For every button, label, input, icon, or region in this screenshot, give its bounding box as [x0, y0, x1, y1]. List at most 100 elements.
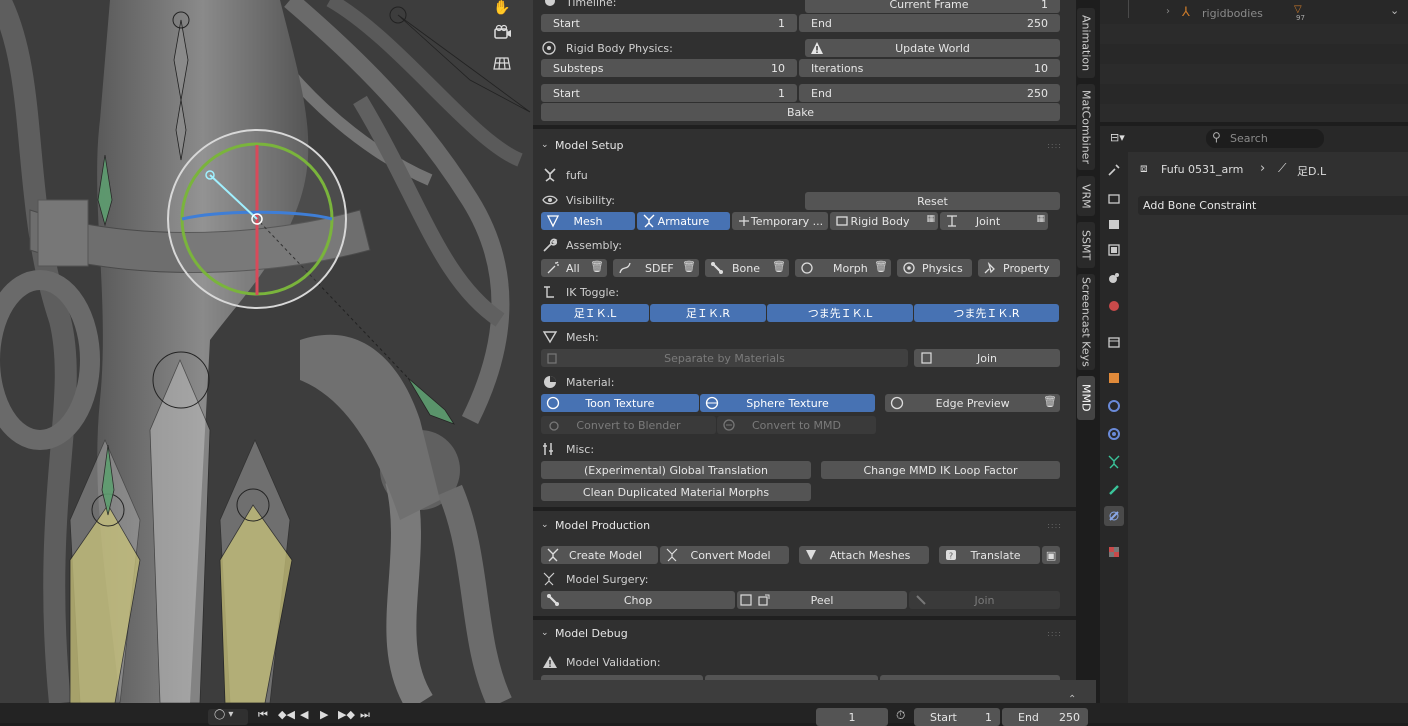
bone-constraint-tab[interactable] — [1104, 506, 1124, 526]
timeline-end-field[interactable]: End 250 — [1002, 708, 1088, 726]
rb-end-field[interactable]: End 250 — [799, 14, 1060, 32]
physics-tab[interactable] — [1104, 424, 1124, 444]
join-surgery-button[interactable]: Join — [909, 591, 1060, 609]
texture-tab[interactable] — [1104, 542, 1124, 562]
ik-loop-factor-button[interactable]: Change MMD IK Loop Factor — [821, 461, 1060, 479]
create-model-button[interactable]: Create Model — [541, 546, 659, 564]
assembly-bone-button[interactable]: Bone 🗑 — [705, 259, 789, 277]
trash-icon[interactable]: 🗑 — [682, 260, 696, 273]
grid-ortho-icon[interactable] — [490, 52, 514, 74]
bake-end-field[interactable]: End 250 — [799, 84, 1060, 102]
chevron-down-icon: ⌄ — [541, 520, 549, 530]
reset-visibility-button[interactable]: Reset — [805, 192, 1060, 210]
stopwatch-icon[interactable]: ⏱ — [896, 708, 905, 723]
visibility-armature-toggle[interactable]: Armature — [637, 212, 730, 230]
collection-icon[interactable]: ▦ — [926, 214, 935, 224]
trash-icon[interactable]: 🗑 — [772, 260, 786, 273]
assembly-physics-button[interactable]: Physics — [897, 259, 972, 277]
ik-toggle-leg-r[interactable]: 足ＩＫ.R — [650, 304, 766, 322]
peel-button[interactable]: Peel — [737, 591, 907, 609]
scene-tab[interactable] — [1104, 268, 1124, 288]
trash-icon[interactable]: 🗑 — [590, 260, 604, 273]
update-world-button[interactable]: Update World — [805, 39, 1060, 57]
outliner-row[interactable]: › ⅄ rigidbodies ▽ 97 ⌄ — [1100, 4, 1408, 24]
object-data-tab[interactable] — [1104, 452, 1124, 472]
view-layer-tab[interactable] — [1104, 240, 1124, 260]
assembly-all-button[interactable]: All 🗑 — [541, 259, 607, 277]
collection-tab[interactable] — [1104, 332, 1124, 352]
chevron-right-icon[interactable]: › — [1166, 6, 1170, 17]
visibility-mesh-toggle[interactable]: Mesh — [541, 212, 635, 230]
ik-toggle-leg-l[interactable]: 足ＩＫ.L — [541, 304, 649, 322]
mesh-icon — [542, 330, 558, 344]
model-debug-header[interactable]: ⌄ Model Debug :::: — [533, 622, 1076, 644]
tab-vrm[interactable]: VRM — [1077, 176, 1095, 216]
attach-meshes-button[interactable]: Attach Meshes — [799, 546, 929, 564]
tab-screencast-keys[interactable]: Screencast Keys — [1077, 274, 1095, 370]
model-production-header[interactable]: ⌄ Model Production :::: — [533, 514, 1076, 536]
3d-viewport[interactable]: ✋ — [0, 0, 535, 703]
editor-type-button[interactable]: ⊟▾ — [1110, 131, 1138, 147]
separate-by-materials-button[interactable]: Separate by Materials — [541, 349, 908, 367]
global-translation-button[interactable]: (Experimental) Global Translation — [541, 461, 811, 479]
drag-grip-icon[interactable]: :::: — [1047, 141, 1062, 150]
tab-ssmt[interactable]: SSMT — [1077, 222, 1095, 268]
hand-pan-icon[interactable]: ✋ — [490, 0, 514, 16]
iterations-field[interactable]: Iterations 10 — [799, 59, 1060, 77]
play-icon[interactable]: ▶ — [320, 708, 328, 721]
join-mesh-button[interactable]: Join — [914, 349, 1060, 367]
translate-popup-button[interactable]: ▣ — [1042, 546, 1060, 564]
sphere-texture-toggle[interactable]: Sphere Texture — [699, 394, 876, 412]
tab-mmd[interactable]: MMD — [1077, 376, 1095, 420]
timeline-label: Timeline: — [566, 0, 617, 9]
jump-start-icon[interactable]: ⏮ — [258, 708, 268, 722]
play-reverse-icon[interactable]: ◀ — [300, 708, 308, 721]
prev-keyframe-icon[interactable]: ◆◀ — [278, 708, 295, 721]
chevron-down-icon[interactable]: ⌄ — [1390, 4, 1399, 17]
substeps-field[interactable]: Substeps 10 — [541, 59, 797, 77]
collection-icon[interactable]: ▦ — [1036, 214, 1045, 224]
assembly-morph-button[interactable]: Morph 🗑 — [795, 259, 891, 277]
chop-button[interactable]: Chop — [541, 591, 735, 609]
trash-icon[interactable]: 🗑 — [874, 260, 888, 273]
current-frame-input[interactable]: 1 — [816, 708, 888, 726]
convert-to-blender-button[interactable]: Convert to Blender — [541, 416, 716, 434]
edge-preview-toggle[interactable]: Edge Preview 🗑 — [885, 394, 1060, 412]
rb-start-field[interactable]: Start 1 — [541, 14, 797, 32]
tool-tab[interactable] — [1104, 160, 1124, 180]
tab-animation[interactable]: Animation — [1077, 8, 1095, 78]
convert-model-button[interactable]: Convert Model — [660, 546, 790, 564]
assembly-sdef-button[interactable]: SDEF 🗑 — [613, 259, 699, 277]
output-tab[interactable] — [1104, 214, 1124, 234]
object-tab[interactable] — [1104, 368, 1124, 388]
toon-texture-toggle[interactable]: Toon Texture — [541, 394, 699, 412]
assembly-property-button[interactable]: Property — [978, 259, 1060, 277]
bone-name: 足D.L — [1297, 165, 1327, 178]
visibility-rigid-body-toggle[interactable]: Rigid Body ▦ — [830, 212, 938, 230]
bake-button[interactable]: Bake — [541, 103, 1060, 121]
world-tab[interactable] — [1104, 296, 1124, 316]
bake-start-field[interactable]: Start 1 — [541, 84, 797, 102]
bone-tab[interactable] — [1104, 480, 1124, 500]
tab-matcombiner[interactable]: MatCombiner — [1077, 84, 1095, 170]
next-keyframe-icon[interactable]: ▶◆ — [338, 708, 355, 721]
convert-to-mmd-button[interactable]: Convert to MMD — [717, 416, 876, 434]
modifiers-tab[interactable] — [1104, 396, 1124, 416]
ik-toggle-toe-l[interactable]: つま先ＩＫ.L — [767, 304, 913, 322]
visibility-joint-toggle[interactable]: Joint ▦ — [940, 212, 1048, 230]
timeline-start-field[interactable]: Start 1 — [914, 708, 1000, 726]
camera-icon[interactable] — [490, 22, 514, 44]
trash-icon[interactable]: 🗑 — [1043, 395, 1057, 408]
model-setup-header[interactable]: ⌄ Model Setup :::: — [533, 134, 1076, 156]
translate-button[interactable]: ? Translate — [938, 546, 1041, 564]
current-frame-field[interactable]: Current Frame 1 — [805, 0, 1060, 13]
visibility-temporary-toggle[interactable]: Temporary ... — [732, 212, 828, 230]
jump-end-icon[interactable]: ⏭ — [360, 708, 370, 722]
drag-grip-icon[interactable]: :::: — [1047, 629, 1062, 638]
clean-material-morphs-button[interactable]: Clean Duplicated Material Morphs — [541, 483, 811, 501]
drag-grip-icon[interactable]: :::: — [1047, 521, 1062, 530]
add-bone-constraint-button[interactable]: Add Bone Constraint — [1138, 196, 1408, 215]
ik-toggle-toe-r[interactable]: つま先ＩＫ.R — [914, 304, 1059, 322]
render-tab[interactable] — [1104, 188, 1124, 208]
search-input[interactable]: ⚲ Search — [1206, 129, 1324, 148]
